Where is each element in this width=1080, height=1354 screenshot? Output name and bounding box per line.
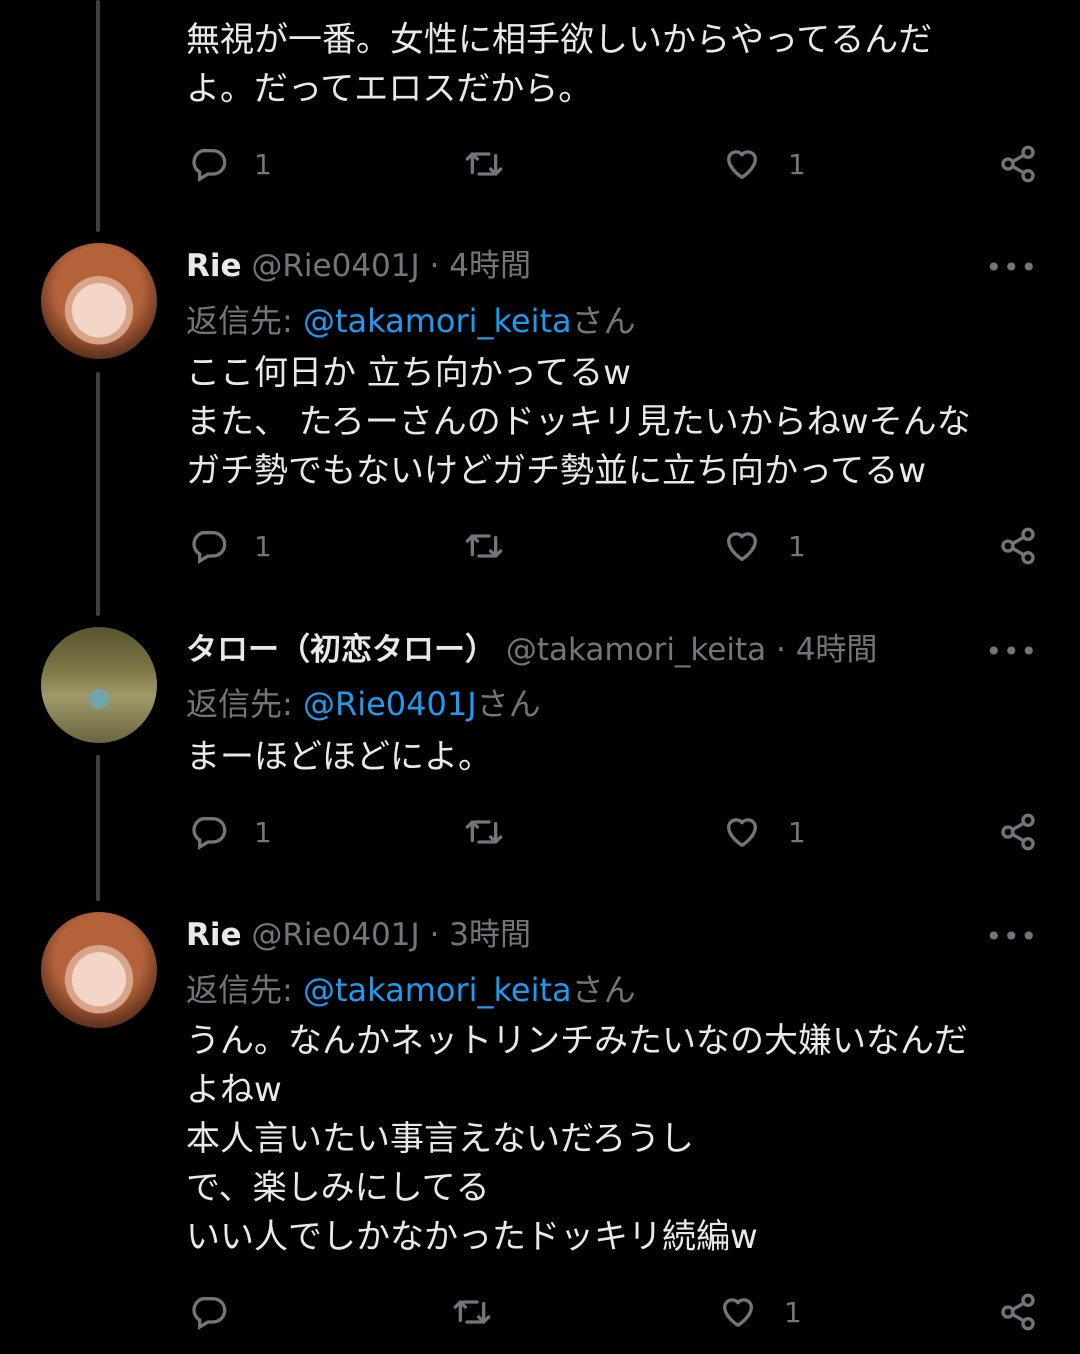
tweet-text-line: いい人でしかなかったドッキリ続編w <box>186 1217 758 1257</box>
reply-to-line: 返信先: @takamori_keitaさん <box>186 300 636 342</box>
tweet-actions: 1 1 <box>0 812 1080 856</box>
retweet-arrows-icon <box>465 152 503 176</box>
share-button[interactable] <box>998 526 1038 566</box>
heart-icon <box>727 150 757 179</box>
separator-dot: · <box>775 632 786 668</box>
tweet-text-line: ここ何日か 立ち向かってるw <box>186 353 631 393</box>
heart-icon <box>727 532 757 561</box>
reply-to-suffix: さん <box>571 971 636 1009</box>
reply-button[interactable]: 1 <box>188 526 272 566</box>
retweet-arrows-icon <box>453 1300 491 1324</box>
reply-count: 1 <box>254 529 272 563</box>
mention-link[interactable]: @Rie0401J <box>303 685 477 723</box>
share-nodes-icon <box>1001 527 1035 565</box>
display-name[interactable]: タロー（初恋タロー） <box>186 632 496 668</box>
tweet-text-line: よ。だってエロスだから。 <box>186 69 593 109</box>
reply-button[interactable]: 1 <box>188 144 272 184</box>
tweet-text-line: また、 たろーさんのドッキリ見たいからねwそんな <box>186 402 971 442</box>
like-count: 1 <box>788 147 806 181</box>
share-button[interactable] <box>998 812 1038 852</box>
tweet-actions: 1 <box>0 1292 1080 1336</box>
mention-link[interactable]: @takamori_keita <box>303 302 572 340</box>
avatar[interactable] <box>41 243 157 359</box>
tweet-text-line: うん。なんかネットリンチみたいなの大嫌いなんだ <box>186 1021 968 1061</box>
reply-to-line: 返信先: @takamori_keitaさん <box>186 969 636 1011</box>
tweet-actions: 1 1 <box>0 144 1080 188</box>
speech-bubble-icon <box>192 531 227 564</box>
thread-line <box>96 0 100 232</box>
more-dots-icon[interactable]: ••• <box>985 917 1038 957</box>
avatar[interactable] <box>41 627 157 743</box>
tweet-header: Rie @Rie0401J · 3時間 <box>186 915 531 955</box>
tweet-text: まーほどほどによ。 <box>186 733 1036 782</box>
tweet-actions: 1 1 <box>0 526 1080 570</box>
more-dots-icon[interactable]: ••• <box>985 632 1038 672</box>
retweet-button[interactable] <box>464 812 530 852</box>
tweet-text-line: 本人言いたい事言えないだろうし <box>186 1119 694 1159</box>
reply-to-prefix: 返信先: <box>186 685 303 723</box>
mention-link[interactable]: @takamori_keita <box>303 971 572 1009</box>
avatar[interactable] <box>41 912 157 1028</box>
display-name[interactable]: Rie <box>186 917 242 953</box>
tweet-text-line: で、楽しみにしてる <box>186 1168 490 1208</box>
reply-to-prefix: 返信先: <box>186 302 303 340</box>
tweet-text-line: ガチ勢でもないけどガチ勢並に立ち向かってるw <box>186 451 927 491</box>
user-handle[interactable]: @Rie0401J <box>251 917 419 953</box>
timestamp[interactable]: 3時間 <box>449 917 531 953</box>
tweet-text: ここ何日か 立ち向かってるw また、 たろーさんのドッキリ見たいからねwそんな … <box>186 349 1036 496</box>
retweet-button[interactable] <box>464 526 530 566</box>
like-button[interactable]: 1 <box>722 812 806 852</box>
tweet-header: Rie @Rie0401J · 4時間 <box>186 246 531 286</box>
tweet-text-line: まーほどほどによ。 <box>186 737 492 777</box>
reply-to-suffix: さん <box>571 302 636 340</box>
retweet-button[interactable] <box>464 144 530 184</box>
timestamp[interactable]: 4時間 <box>796 632 878 668</box>
reply-count: 1 <box>254 147 272 181</box>
like-count: 1 <box>784 1295 802 1329</box>
tweet-text: 無視が一番。女性に相手欲しいからやってるんだ よ。だってエロスだから。 <box>186 16 1036 114</box>
thread-line <box>96 372 100 616</box>
speech-bubble-icon <box>192 149 227 182</box>
reply-button[interactable] <box>188 1292 254 1332</box>
like-button[interactable]: 1 <box>718 1292 802 1332</box>
timestamp[interactable]: 4時間 <box>449 248 531 284</box>
more-dots-icon[interactable]: ••• <box>985 248 1038 288</box>
user-handle[interactable]: @takamori_keita <box>506 632 766 668</box>
like-count: 1 <box>788 815 806 849</box>
reply-to-prefix: 返信先: <box>186 971 303 1009</box>
display-name[interactable]: Rie <box>186 248 242 284</box>
tweet-text: うん。なんかネットリンチみたいなの大嫌いなんだ よねw 本人言いたい事言えないだ… <box>186 1017 1036 1262</box>
tweet-header: タロー（初恋タロー） @takamori_keita · 4時間 <box>186 630 877 670</box>
speech-bubble-icon <box>192 817 227 850</box>
like-count: 1 <box>788 529 806 563</box>
heart-icon <box>727 818 757 847</box>
share-nodes-icon <box>1001 145 1035 183</box>
retweet-arrows-icon <box>465 534 503 558</box>
share-button[interactable] <box>998 1292 1038 1332</box>
heart-icon <box>723 1298 753 1327</box>
tweet-text-line: 無視が一番。女性に相手欲しいからやってるんだ <box>186 20 933 60</box>
like-button[interactable]: 1 <box>722 526 806 566</box>
share-nodes-icon <box>1001 1293 1035 1331</box>
reply-to-line: 返信先: @Rie0401Jさん <box>186 683 541 725</box>
like-button[interactable]: 1 <box>722 144 806 184</box>
retweet-arrows-icon <box>465 820 503 844</box>
reply-button[interactable]: 1 <box>188 812 272 852</box>
user-handle[interactable]: @Rie0401J <box>251 248 419 284</box>
share-button[interactable] <box>998 144 1038 184</box>
share-nodes-icon <box>1001 813 1035 851</box>
separator-dot: · <box>429 917 440 953</box>
retweet-button[interactable] <box>452 1292 518 1332</box>
tweet-text-line: よねw <box>186 1070 282 1110</box>
reply-count: 1 <box>254 815 272 849</box>
reply-to-suffix: さん <box>476 685 541 723</box>
separator-dot: · <box>429 248 440 284</box>
speech-bubble-icon <box>192 1297 227 1330</box>
